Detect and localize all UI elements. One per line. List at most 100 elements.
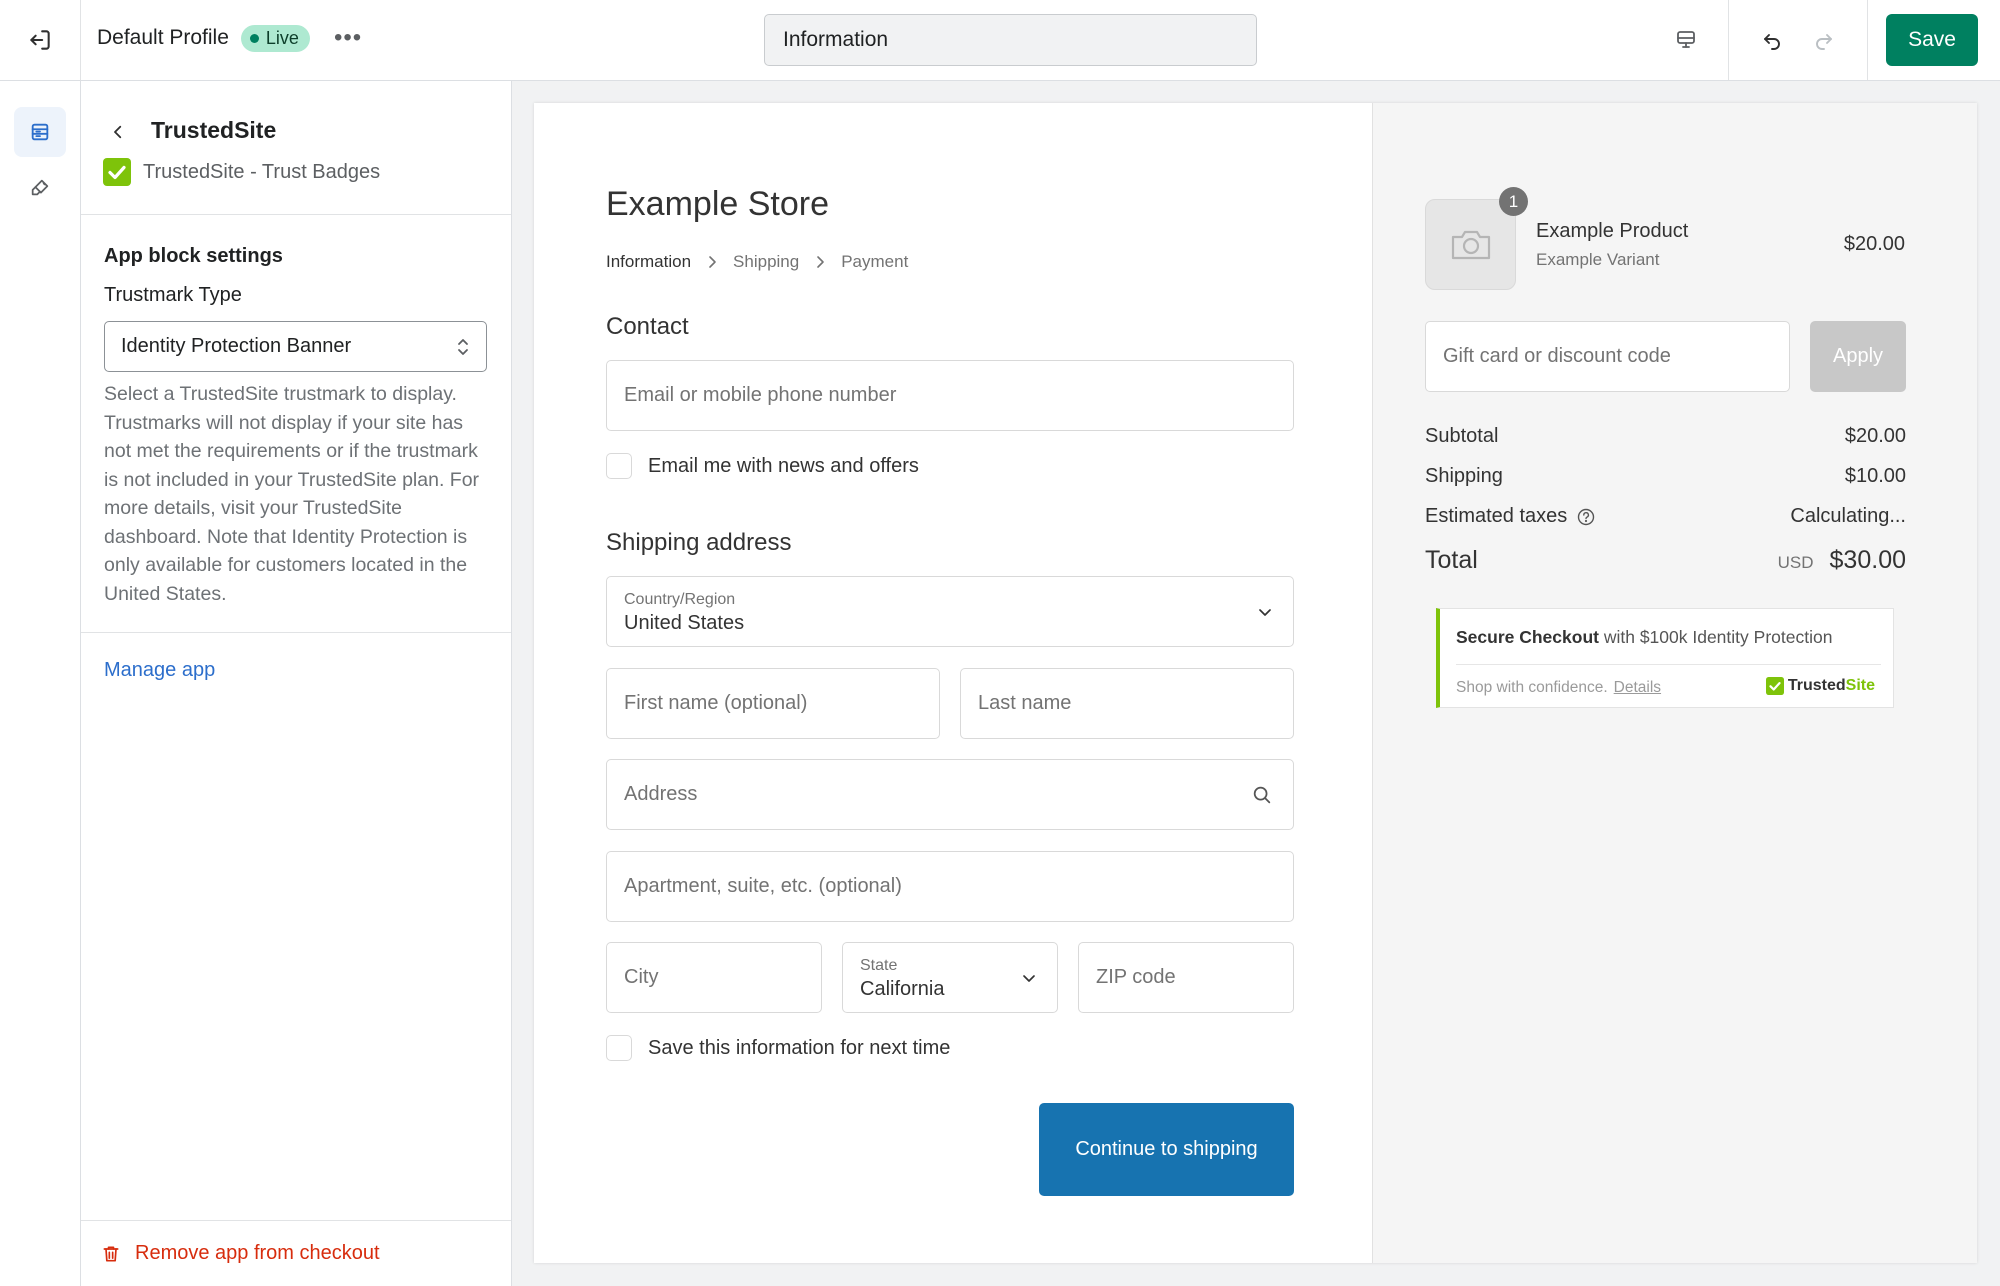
trust-tagline: Shop with confidence. bbox=[1456, 679, 1608, 696]
product-thumbnail bbox=[1425, 199, 1516, 290]
logo-text: TrustedSite bbox=[1788, 677, 1875, 695]
top-bar: Default Profile Live ••• Information Sav… bbox=[0, 0, 2000, 81]
country-value: United States bbox=[624, 611, 745, 634]
search-icon bbox=[1253, 786, 1271, 804]
state-select[interactable]: State California bbox=[842, 942, 1058, 1013]
discount-input[interactable]: Gift card or discount code bbox=[1425, 321, 1790, 392]
store-name: Example Store bbox=[606, 185, 829, 223]
quantity-badge: 1 bbox=[1499, 187, 1528, 216]
email-input[interactable]: Email or mobile phone number bbox=[606, 360, 1294, 431]
news-checkbox-row: Email me with news and offers bbox=[606, 453, 919, 479]
device-preview-button[interactable] bbox=[1660, 0, 1712, 80]
zip-input[interactable]: ZIP code bbox=[1078, 942, 1294, 1013]
sections-button[interactable] bbox=[14, 107, 66, 157]
remove-app-button[interactable]: Remove app from checkout bbox=[81, 1220, 511, 1286]
live-dot-icon bbox=[249, 33, 259, 43]
first-name-input[interactable]: First name (optional) bbox=[606, 668, 940, 739]
back-button[interactable] bbox=[103, 117, 133, 147]
settings-panel: TrustedSite TrustedSite - Trust Badges A… bbox=[81, 81, 512, 1286]
redo-button[interactable] bbox=[1798, 0, 1850, 80]
apartment-input[interactable]: Apartment, suite, etc. (optional) bbox=[606, 851, 1294, 922]
page-selector[interactable]: Information bbox=[764, 14, 1257, 66]
help-icon[interactable] bbox=[1577, 508, 1595, 526]
logo-text-b: Site bbox=[1845, 677, 1875, 694]
chevron-left-icon bbox=[114, 125, 122, 139]
camera-icon bbox=[1451, 230, 1490, 259]
app-row: TrustedSite - Trust Badges bbox=[103, 158, 380, 186]
country-label: Country/Region bbox=[624, 590, 736, 608]
logo-text-a: Trusted bbox=[1787, 677, 1846, 694]
last-name-input[interactable]: Last name bbox=[960, 668, 1294, 739]
chevron-right-icon bbox=[817, 256, 825, 268]
state-label: State bbox=[860, 956, 898, 974]
shipping-value: $10.00 bbox=[1844, 465, 1906, 487]
taxes-label: Estimated taxes bbox=[1425, 505, 1568, 527]
more-actions-button[interactable]: ••• bbox=[334, 24, 362, 52]
breadcrumb: Information Shipping Payment bbox=[606, 252, 908, 272]
total-row: Total USD $30.00 bbox=[1425, 546, 1906, 575]
undo-button[interactable] bbox=[1746, 0, 1798, 80]
profile-name: Default Profile bbox=[97, 26, 229, 49]
total-value: $30.00 bbox=[1829, 546, 1906, 574]
taxes-value: Calculating... bbox=[1790, 505, 1906, 527]
help-text: Select a TrustedSite trustmark to displa… bbox=[104, 383, 480, 605]
taxes-label-group: Estimated taxes bbox=[1425, 505, 1595, 528]
trust-details-link[interactable]: Details bbox=[1614, 679, 1661, 696]
trust-heading: Secure Checkout with $100k Identity Prot… bbox=[1456, 627, 1832, 648]
address-placeholder: Address bbox=[624, 783, 698, 805]
left-rail bbox=[0, 81, 81, 1286]
order-summary: 1 Example Product Example Variant $20.00… bbox=[1372, 103, 1977, 1263]
total-label: Total bbox=[1425, 546, 1478, 574]
trustedsite-banner: Secure Checkout with $100k Identity Prot… bbox=[1436, 608, 1894, 708]
save-info-label: Save this information for next time bbox=[648, 1036, 951, 1059]
trash-icon bbox=[103, 1246, 119, 1261]
product-variant: Example Variant bbox=[1536, 250, 1660, 269]
apartment-placeholder: Apartment, suite, etc. (optional) bbox=[624, 875, 902, 897]
exit-button[interactable] bbox=[0, 0, 81, 80]
breadcrumb-payment: Payment bbox=[841, 252, 909, 271]
taxes-row: Estimated taxes Calculating... bbox=[1425, 505, 1906, 528]
news-checkbox[interactable] bbox=[606, 453, 632, 479]
desktop-icon bbox=[1677, 31, 1695, 48]
trust-heading-rest: with $100k Identity Protection bbox=[1598, 627, 1833, 647]
theme-settings-button[interactable] bbox=[14, 163, 66, 213]
breadcrumb-shipping: Shipping bbox=[733, 252, 800, 271]
live-label: Live bbox=[265, 27, 299, 48]
total-amount-group: USD $30.00 bbox=[1778, 546, 1906, 575]
trustmark-type-select[interactable]: Identity Protection Banner bbox=[104, 321, 487, 372]
product-price: $20.00 bbox=[1843, 233, 1905, 255]
trust-tagline-row: Shop with confidence. Details bbox=[1456, 679, 1661, 697]
trust-heading-bold: Secure Checkout bbox=[1456, 627, 1599, 647]
manage-app-link[interactable]: Manage app bbox=[104, 659, 215, 682]
shipping-label: Shipping bbox=[1425, 465, 1503, 487]
checkout-main: Example Store Information Shipping Payme… bbox=[534, 103, 1372, 1263]
sections-icon bbox=[31, 123, 49, 141]
city-input[interactable]: City bbox=[606, 942, 822, 1013]
breadcrumb-information[interactable]: Information bbox=[606, 252, 691, 272]
email-placeholder: Email or mobile phone number bbox=[624, 384, 897, 406]
chevron-down-icon bbox=[1259, 609, 1271, 616]
block-heading: App block settings bbox=[104, 245, 283, 267]
product-name: Example Product bbox=[1536, 220, 1689, 242]
page-selector-value: Information bbox=[783, 28, 889, 51]
panel-header: TrustedSite TrustedSite - Trust Badges bbox=[81, 81, 511, 215]
remove-app-label: Remove app from checkout bbox=[135, 1242, 380, 1264]
profile-info: Default Profile Live ••• bbox=[97, 24, 362, 52]
divider bbox=[1728, 0, 1729, 80]
address-input[interactable]: Address bbox=[606, 759, 1294, 830]
contact-heading: Contact bbox=[606, 313, 689, 340]
country-select[interactable]: Country/Region United States bbox=[606, 576, 1294, 647]
trustedsite-check-icon bbox=[103, 158, 131, 186]
paintbrush-icon bbox=[31, 179, 49, 196]
continue-to-shipping-button[interactable]: Continue to shipping bbox=[1039, 1103, 1294, 1196]
apply-button[interactable]: Apply bbox=[1810, 321, 1906, 392]
save-info-checkbox[interactable] bbox=[606, 1035, 632, 1061]
discount-placeholder: Gift card or discount code bbox=[1443, 345, 1671, 367]
trustmark-type-value: Identity Protection Banner bbox=[121, 335, 352, 357]
undo-icon bbox=[1764, 34, 1780, 50]
currency-code: USD bbox=[1777, 553, 1814, 572]
subtotal-row: Subtotal $20.00 bbox=[1425, 425, 1906, 448]
trustmark-type-label: Trustmark Type bbox=[104, 284, 242, 306]
save-button[interactable]: Save bbox=[1886, 14, 1978, 66]
shipping-row: Shipping $10.00 bbox=[1425, 465, 1906, 488]
